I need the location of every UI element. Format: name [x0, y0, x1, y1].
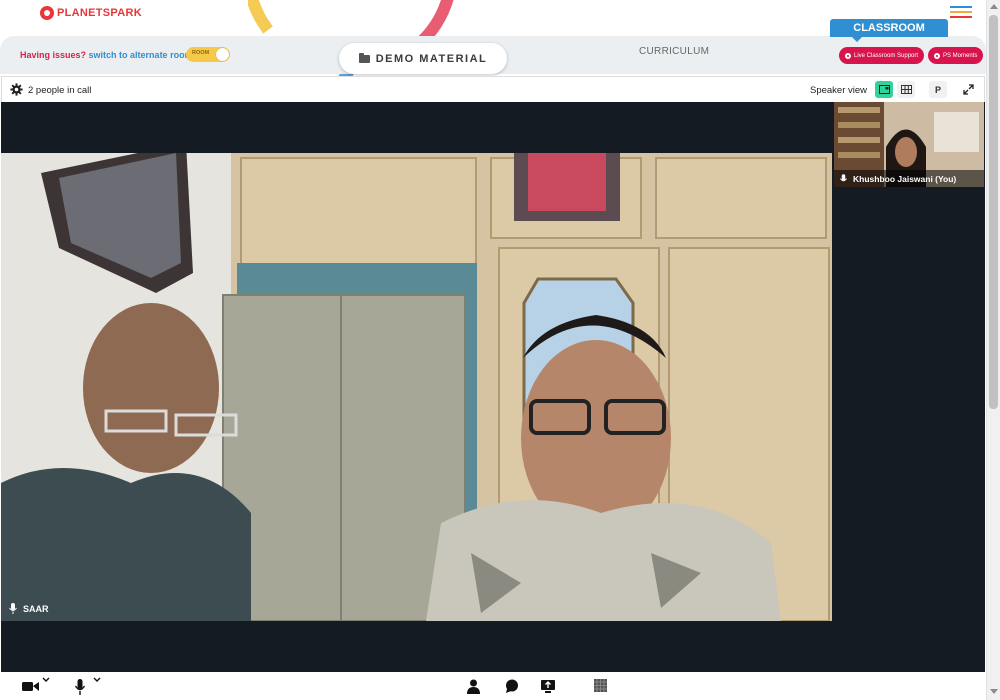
planetspark-logo[interactable]: PLANETSPARK: [40, 6, 142, 20]
folder-icon: [358, 52, 370, 63]
self-participant-name: Khushboo Jaiswani (You): [853, 173, 957, 184]
demo-material-label: DEMO MATERIAL: [375, 52, 488, 65]
room-toggle-knob: [216, 48, 229, 61]
call-header: 2 people in call Speaker view P: [1, 76, 985, 102]
moments-icon: [934, 52, 940, 59]
page-scrollbar[interactable]: [986, 0, 1000, 700]
scroll-down-arrow-icon[interactable]: [990, 689, 998, 694]
mic-icon: [9, 603, 17, 614]
live-support-label: Live Classroom Support: [854, 52, 919, 59]
main-participant-name: SAAR: [23, 603, 49, 614]
issue-question: Having issues?: [20, 50, 87, 60]
hamburger-menu-icon[interactable]: [950, 6, 972, 20]
alternate-room-prompt: Having issues? switch to alternate room: [20, 50, 193, 60]
ps-moments-label: PS Moments: [943, 52, 978, 59]
presenter-button[interactable]: P: [929, 81, 947, 98]
room-toggle[interactable]: ROOM: [186, 47, 230, 62]
share-screen-icon[interactable]: [541, 679, 555, 693]
logo-text: PLANETSPARK: [57, 7, 142, 19]
chat-icon[interactable]: [505, 679, 519, 693]
fullscreen-icon: [962, 84, 974, 95]
view-mode-label: Speaker view: [810, 85, 868, 96]
scroll-thumb[interactable]: [989, 15, 998, 409]
logo-mark-icon: [40, 6, 54, 20]
ps-moments-button[interactable]: PS Moments: [928, 47, 984, 64]
app-window: PLANETSPARK CLASSROOM Having issues? swi…: [0, 0, 1000, 700]
gear-icon[interactable]: [10, 83, 23, 96]
more-options-icon[interactable]: ...: [812, 164, 825, 178]
self-participant-tag: Khushboo Jaiswani (You): [834, 170, 984, 187]
scroll-up-arrow-icon[interactable]: [990, 4, 998, 9]
main-video-feed[interactable]: [1, 153, 832, 621]
live-classroom-support-button[interactable]: Live Classroom Support: [839, 47, 925, 64]
main-participant-tag: SAAR: [3, 601, 55, 616]
mic-options-chevron-icon[interactable]: [93, 677, 101, 683]
microphone-icon[interactable]: [75, 679, 85, 695]
person-icon[interactable]: [467, 679, 480, 694]
curriculum-tab[interactable]: CURRICULUM: [639, 46, 709, 57]
demo-material-button[interactable]: DEMO MATERIAL: [339, 43, 507, 74]
support-icon: [845, 52, 851, 59]
self-mic-icon: [840, 173, 847, 181]
classroom-tab[interactable]: CLASSROOM: [830, 19, 948, 42]
whiteboard-icon[interactable]: [594, 679, 607, 692]
grid-layout-button[interactable]: [897, 81, 915, 98]
camera-icon[interactable]: [22, 679, 40, 693]
fullscreen-button[interactable]: [959, 81, 977, 98]
call-controls-bar: [0, 672, 986, 700]
speaker-layout-button[interactable]: [875, 81, 893, 98]
room-toggle-label: ROOM: [192, 50, 210, 56]
people-in-call-count: 2 people in call: [28, 85, 92, 96]
speaker-layout-icon: [878, 85, 890, 94]
camera-options-chevron-icon[interactable]: [42, 677, 50, 683]
alternate-room-link[interactable]: switch to alternate room: [89, 50, 193, 60]
grid-layout-icon: [900, 85, 912, 94]
participant-video-image: [1, 153, 832, 621]
